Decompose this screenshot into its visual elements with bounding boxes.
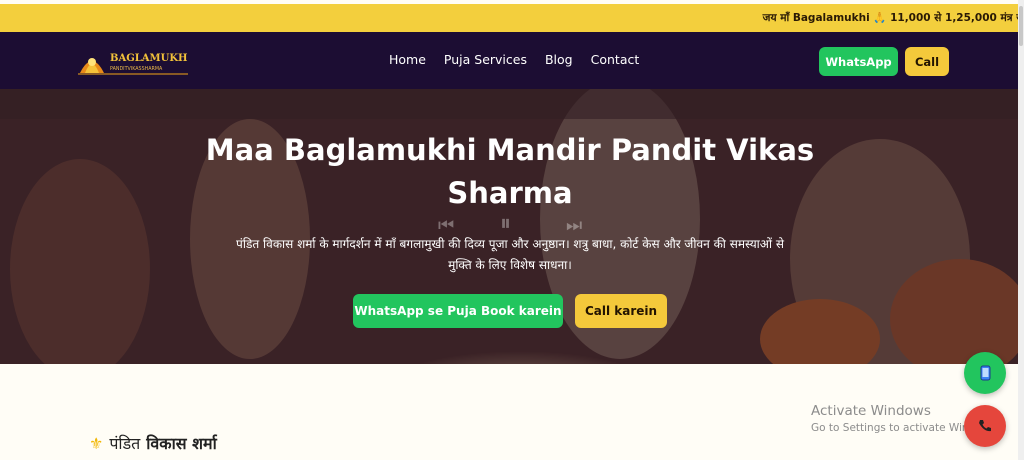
phone-icon xyxy=(979,420,991,432)
page: जय माँ Bagalamukhi 🙏 11,000 से 1,25,000 … xyxy=(0,0,1024,460)
nav-contact[interactable]: Contact xyxy=(591,52,640,67)
whatsapp-book-puja-button[interactable]: WhatsApp se Puja Book karein xyxy=(353,294,563,328)
floating-whatsapp-button[interactable] xyxy=(964,352,1006,394)
nav-home[interactable]: Home xyxy=(389,52,426,67)
call-karein-button[interactable]: Call karein xyxy=(575,294,667,328)
section-heading-name: विकास शर्मा xyxy=(146,434,217,453)
logo-subtext: PANDITVIKASSHARMA xyxy=(110,66,163,72)
scrollbar-thumb[interactable] xyxy=(1019,6,1023,46)
announcement-bar: जय माँ Bagalamukhi 🙏 11,000 से 1,25,000 … xyxy=(0,4,1018,32)
lotus-icon: ⚜ xyxy=(89,433,104,453)
nav-puja-services[interactable]: Puja Services xyxy=(444,52,527,67)
call-button[interactable]: Call xyxy=(905,47,949,76)
slider-prev-icon[interactable]: ⏮ xyxy=(438,215,454,236)
slider-next-icon[interactable]: ⏭ xyxy=(566,215,582,236)
main-nav: Home Puja Services Blog Contact xyxy=(389,52,639,67)
hero-section: ⏮ ⏸ ⏭ Maa Baglamukhi Mandir Pandit Vikas… xyxy=(0,89,1018,364)
floating-call-button[interactable] xyxy=(964,405,1006,447)
logo-text: BAGLAMUKHI xyxy=(110,53,188,64)
hero-title: Maa Baglamukhi Mandir Pandit Vikas Sharm… xyxy=(205,133,815,210)
whatsapp-button[interactable]: WhatsApp xyxy=(819,47,898,76)
section-heading-prefix: पंडित xyxy=(109,434,141,453)
nav-blog[interactable]: Blog xyxy=(545,52,573,67)
logo[interactable]: BAGLAMUKHI PANDITVIKASSHARMA xyxy=(76,45,188,77)
page-scrollbar[interactable] xyxy=(1018,0,1024,460)
site-header: BAGLAMUKHI PANDITVIKASSHARMA Home Puja S… xyxy=(0,32,1018,89)
hero-description: पंडित विकास शर्मा के मार्गदर्शन में माँ … xyxy=(236,237,784,272)
section-heading: ⚜ पंडित विकास शर्मा xyxy=(89,432,217,454)
phone-device-icon xyxy=(980,365,991,381)
announcement-marquee: जय माँ Bagalamukhi 🙏 11,000 से 1,25,000 … xyxy=(762,12,1018,24)
